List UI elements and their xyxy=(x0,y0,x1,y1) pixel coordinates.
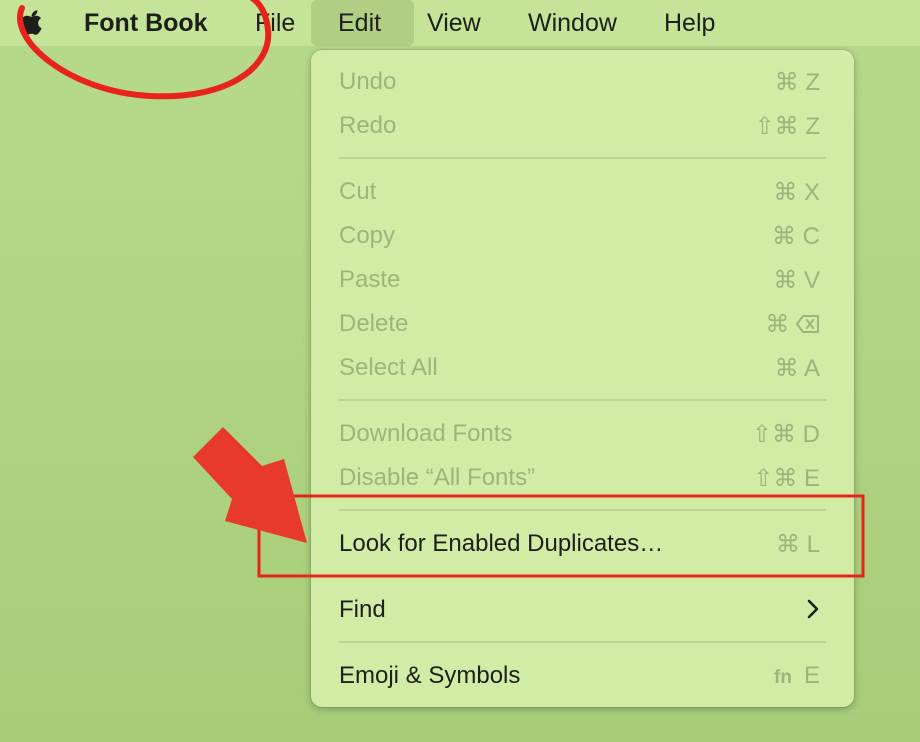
menu-item-select-all[interactable]: Select All xyxy=(339,354,438,382)
fn-key-label: fn xyxy=(774,667,792,688)
menu-separator xyxy=(339,509,826,511)
menu-separator xyxy=(339,575,826,577)
menu-item-emoji-symbols[interactable]: Emoji & Symbols xyxy=(339,662,520,690)
menu-file[interactable]: File xyxy=(255,0,295,46)
shortcut-look-for-duplicates: ⌘ L xyxy=(775,531,820,558)
edit-menu-dropdown: Undo ⌘ Z Redo ⇧⌘ Z Cut ⌘ X Copy ⌘ C Past… xyxy=(311,50,854,707)
menu-item-paste[interactable]: Paste xyxy=(339,266,400,294)
shortcut-undo: ⌘ Z xyxy=(774,69,820,96)
menu-item-download-fonts[interactable]: Download Fonts xyxy=(339,420,512,448)
shortcut-cut: ⌘ X xyxy=(773,179,820,206)
menu-item-disable-all-fonts[interactable]: Disable “All Fonts” xyxy=(339,464,535,492)
menu-item-look-for-enabled-duplicates[interactable]: Look for Enabled Duplicates… xyxy=(339,530,663,558)
shortcut-paste: ⌘ V xyxy=(773,267,820,294)
menu-item-cut[interactable]: Cut xyxy=(339,178,376,206)
apple-logo-icon[interactable] xyxy=(18,8,46,38)
shortcut-delete-modifier: ⌘ xyxy=(765,311,790,338)
menu-item-copy[interactable]: Copy xyxy=(339,222,395,250)
shortcut-redo: ⇧⌘ Z xyxy=(754,113,820,140)
menu-item-redo[interactable]: Redo xyxy=(339,112,396,140)
menu-item-delete[interactable]: Delete xyxy=(339,310,408,338)
menu-help[interactable]: Help xyxy=(664,0,715,46)
menu-bar: Font Book File Edit View Window Help xyxy=(0,0,920,46)
menu-separator xyxy=(339,399,826,401)
chevron-right-icon xyxy=(807,599,819,619)
shortcut-key-e: E xyxy=(803,662,820,689)
menu-edit[interactable]: Edit xyxy=(311,0,414,46)
app-menu-font-book[interactable]: Font Book xyxy=(84,0,208,46)
shortcut-disable-all-fonts: ⇧⌘ E xyxy=(753,465,820,492)
menu-item-find[interactable]: Find xyxy=(339,596,386,624)
menu-window[interactable]: Window xyxy=(528,0,617,46)
shortcut-emoji-symbols: fn E xyxy=(774,662,820,690)
menu-view[interactable]: View xyxy=(427,0,481,46)
menu-item-undo[interactable]: Undo xyxy=(339,68,396,96)
shortcut-select-all: ⌘ A xyxy=(774,355,820,382)
shortcut-copy: ⌘ C xyxy=(772,223,820,250)
shortcut-download-fonts: ⇧⌘ D xyxy=(751,421,820,448)
delete-key-icon xyxy=(796,315,819,333)
menu-separator xyxy=(339,157,826,159)
shortcut-delete: ⌘ xyxy=(765,310,820,339)
menu-separator xyxy=(339,641,826,643)
